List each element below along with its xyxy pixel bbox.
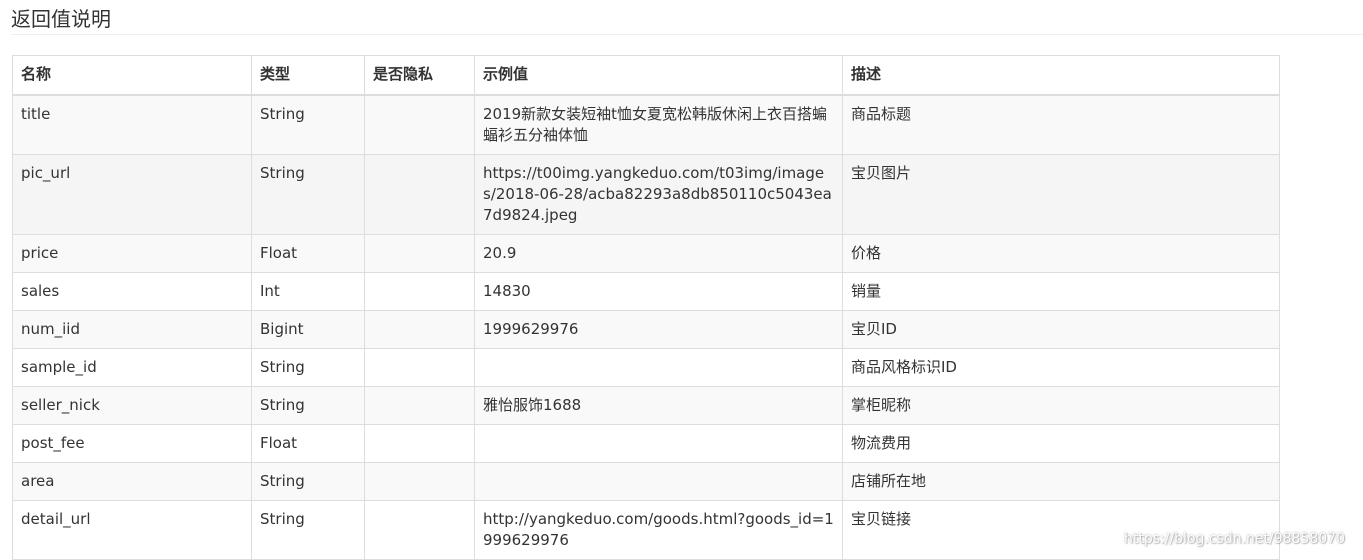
cell-private (365, 311, 475, 349)
table-row: post_fee Float 物流费用 (13, 425, 1280, 463)
cell-name: pic_url (13, 155, 252, 235)
cell-private (365, 463, 475, 501)
cell-private (365, 501, 475, 560)
cell-type: Int (252, 273, 365, 311)
cell-type: String (252, 463, 365, 501)
cell-description: 商品标题 (843, 95, 1280, 155)
cell-name: seller_nick (13, 387, 252, 425)
cell-example: 2019新款女装短袖t恤女夏宽松韩版休闲上衣百搭蝙蝠衫五分袖体恤 (475, 95, 843, 155)
cell-type: Float (252, 235, 365, 273)
cell-description: 物流费用 (843, 425, 1280, 463)
cell-private (365, 273, 475, 311)
cell-type: String (252, 155, 365, 235)
cell-example (475, 349, 843, 387)
header-private: 是否隐私 (365, 56, 475, 96)
cell-type: String (252, 387, 365, 425)
cell-type: String (252, 501, 365, 560)
cell-example: 1999629976 (475, 311, 843, 349)
table-row: num_iid Bigint 1999629976 宝贝ID (13, 311, 1280, 349)
cell-example: 14830 (475, 273, 843, 311)
cell-name: price (13, 235, 252, 273)
cell-example: 雅怡服饰1688 (475, 387, 843, 425)
cell-description: 宝贝链接 (843, 501, 1280, 560)
cell-type: String (252, 349, 365, 387)
table-row: sales Int 14830 销量 (13, 273, 1280, 311)
title-divider (11, 34, 1363, 35)
header-description: 描述 (843, 56, 1280, 96)
cell-name: post_fee (13, 425, 252, 463)
cell-description: 宝贝图片 (843, 155, 1280, 235)
header-type: 类型 (252, 56, 365, 96)
cell-private (365, 349, 475, 387)
table-header-row: 名称 类型 是否隐私 示例值 描述 (13, 56, 1280, 96)
table-row: detail_url String http://yangkeduo.com/g… (13, 501, 1280, 560)
cell-name: sample_id (13, 349, 252, 387)
cell-description: 商品风格标识ID (843, 349, 1280, 387)
cell-description: 掌柜昵称 (843, 387, 1280, 425)
table-row: price Float 20.9 价格 (13, 235, 1280, 273)
table-row: pic_url String https://t00img.yangkeduo.… (13, 155, 1280, 235)
cell-private (365, 235, 475, 273)
cell-name: sales (13, 273, 252, 311)
cell-example: http://yangkeduo.com/goods.html?goods_id… (475, 501, 843, 560)
cell-name: num_iid (13, 311, 252, 349)
cell-description: 销量 (843, 273, 1280, 311)
cell-private (365, 95, 475, 155)
page-title: 返回值说明 (11, 4, 111, 34)
cell-description: 店铺所在地 (843, 463, 1280, 501)
table-row: area String 店铺所在地 (13, 463, 1280, 501)
table-row: seller_nick String 雅怡服饰1688 掌柜昵称 (13, 387, 1280, 425)
cell-name: area (13, 463, 252, 501)
header-name: 名称 (13, 56, 252, 96)
cell-type: Float (252, 425, 365, 463)
cell-example (475, 463, 843, 501)
cell-description: 宝贝ID (843, 311, 1280, 349)
cell-private (365, 387, 475, 425)
cell-description: 价格 (843, 235, 1280, 273)
cell-type: Bigint (252, 311, 365, 349)
cell-private (365, 155, 475, 235)
cell-example (475, 425, 843, 463)
return-value-table: 名称 类型 是否隐私 示例值 描述 title String 2019新款女装短… (12, 55, 1280, 560)
cell-name: detail_url (13, 501, 252, 560)
cell-name: title (13, 95, 252, 155)
cell-example: 20.9 (475, 235, 843, 273)
cell-type: String (252, 95, 365, 155)
header-example: 示例值 (475, 56, 843, 96)
cell-private (365, 425, 475, 463)
table-row: sample_id String 商品风格标识ID (13, 349, 1280, 387)
table-row: title String 2019新款女装短袖t恤女夏宽松韩版休闲上衣百搭蝙蝠衫… (13, 95, 1280, 155)
cell-example: https://t00img.yangkeduo.com/t03img/imag… (475, 155, 843, 235)
